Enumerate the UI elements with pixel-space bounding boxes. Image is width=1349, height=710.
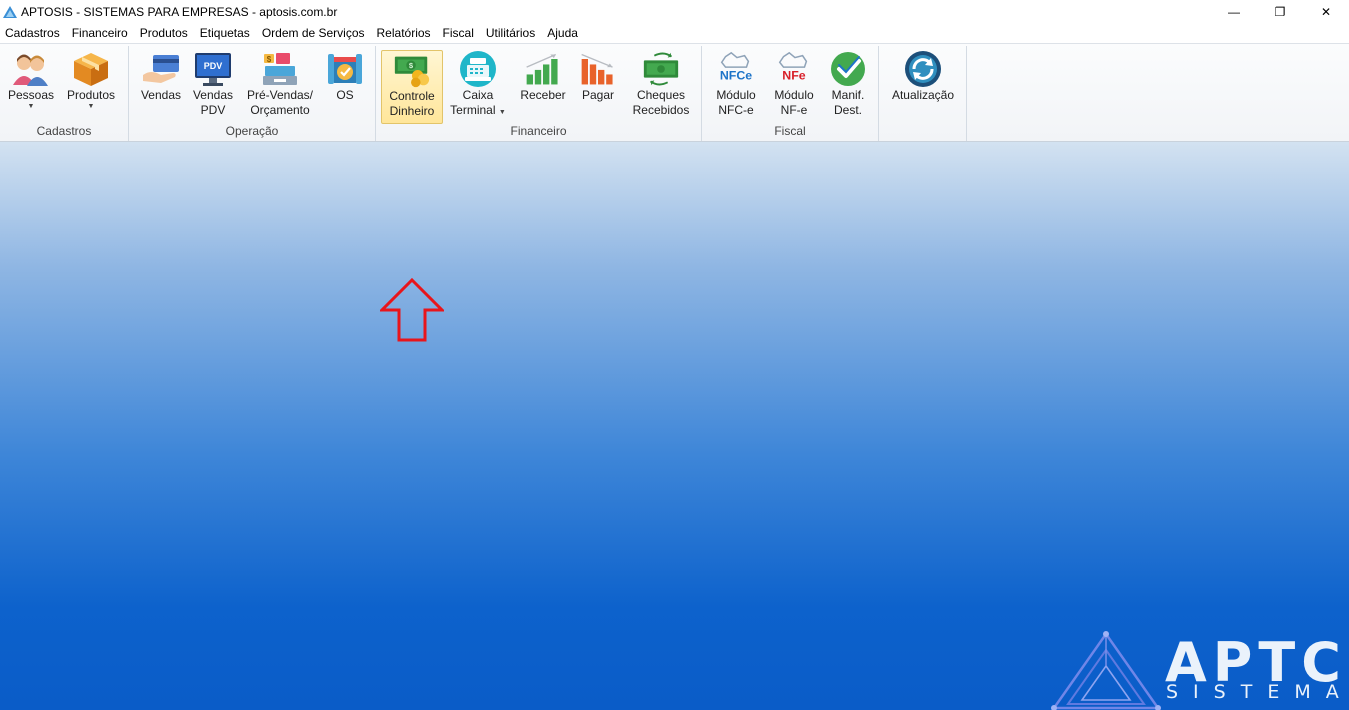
modulo-nfce-label-1: Módulo	[716, 88, 756, 102]
receber-label: Receber	[520, 88, 566, 102]
modulo-nfe-button[interactable]: NFe Módulo NF-e	[768, 50, 820, 124]
ribbon-toolbar: Pessoas ▼ Produtos ▼ Cadastros Vendas PD…	[0, 43, 1349, 142]
pdv-badge-text: PDV	[204, 61, 223, 71]
caixa-terminal-button[interactable]: Caixa Terminal ▼	[448, 50, 508, 124]
pre-vendas-label-2: Orçamento	[250, 103, 310, 117]
menu-utilitarios[interactable]: Utilitários	[481, 23, 542, 43]
ribbon-group-operacao: Vendas PDV Vendas PDV $ Pré-Vendas/ Orça…	[129, 46, 376, 141]
modulo-nfe-label-2: NF-e	[780, 103, 808, 117]
manif-dest-button[interactable]: Manif. Dest.	[824, 50, 872, 124]
service-order-icon	[328, 54, 362, 84]
window-title: APTOSIS - SISTEMAS PARA EMPRESAS - aptos…	[21, 4, 338, 19]
box-icon	[74, 53, 108, 86]
atualizacao-button[interactable]: Atualização	[889, 50, 957, 124]
caixa-terminal-label-1: Caixa	[462, 88, 494, 102]
vendas-button[interactable]: Vendas	[137, 50, 185, 124]
group-label-financeiro: Financeiro	[510, 124, 567, 138]
nfce-icon: NFCe	[720, 51, 752, 82]
caixa-terminal-label-2: Terminal ▼	[450, 103, 506, 118]
title-bar: APTOSIS - SISTEMAS PARA EMPRESAS - aptos…	[0, 0, 1349, 23]
nfe-badge-text: NFe	[782, 68, 805, 82]
menu-etiquetas[interactable]: Etiquetas	[195, 23, 257, 43]
cheques-recebidos-label-2: Recebidos	[632, 103, 690, 117]
check-badge-icon	[831, 52, 865, 86]
app-logo-icon	[3, 5, 17, 18]
cash-icon: $	[394, 56, 430, 88]
group-label-fiscal: Fiscal	[774, 124, 806, 138]
modulo-nfce-label-2: NFC-e	[718, 103, 754, 117]
manif-dest-label-2: Dest.	[833, 103, 862, 117]
pre-vendas-label-1: Pré-Vendas/	[246, 88, 314, 102]
menu-ajuda[interactable]: Ajuda	[542, 23, 585, 43]
red-up-arrow-icon	[380, 278, 444, 342]
pos-terminal-icon: $	[263, 53, 297, 85]
receber-button[interactable]: Receber	[516, 50, 570, 124]
pagar-button[interactable]: Pagar	[574, 50, 622, 124]
menu-ordem-de-servicos[interactable]: Ordem de Serviços	[257, 23, 372, 43]
cheques-recebidos-button[interactable]: Cheques Recebidos	[628, 50, 694, 124]
atualizacao-label: Atualização	[891, 88, 955, 102]
cheques-recebidos-label-1: Cheques	[636, 88, 686, 102]
group-label-cadastros: Cadastros	[36, 124, 92, 138]
monitor-pdv-icon: PDV	[195, 53, 231, 86]
ribbon-group-cadastros: Pessoas ▼ Produtos ▼ Cadastros	[0, 46, 129, 141]
people-icon	[13, 54, 48, 86]
vendas-pdv-label-2: PDV	[200, 103, 226, 117]
growth-chart-icon	[526, 53, 558, 85]
pagar-label: Pagar	[581, 88, 615, 102]
refresh-icon	[905, 51, 941, 87]
caixa-terminal-label-2-text: Terminal	[450, 103, 496, 117]
menu-bar: Cadastros Financeiro Produtos Etiquetas …	[0, 23, 1349, 43]
close-button[interactable]: ✕	[1303, 0, 1349, 23]
manif-dest-label-1: Manif.	[831, 88, 865, 102]
svg-text:$: $	[267, 55, 272, 64]
maximize-button[interactable]: ❐	[1257, 0, 1303, 23]
menu-financeiro[interactable]: Financeiro	[67, 23, 135, 43]
os-label: OS	[336, 88, 354, 102]
cheque-exchange-icon	[643, 52, 679, 86]
nfe-icon: NFe	[778, 51, 808, 82]
window-controls: — ❐ ✕	[1211, 0, 1349, 23]
os-button[interactable]: OS	[323, 50, 367, 124]
minimize-button[interactable]: —	[1211, 0, 1257, 23]
produtos-label: Produtos	[66, 88, 116, 102]
ribbon-group-fiscal: NFCe Módulo NFC-e NFe Módulo NF-e Manif.…	[702, 46, 879, 141]
caixa-dropdown-icon[interactable]: ▼	[499, 109, 506, 116]
controle-dinheiro-label-1: Controle	[389, 89, 435, 103]
group-label-operacao: Operação	[225, 124, 279, 138]
modulo-nfe-label-1: Módulo	[774, 88, 814, 102]
produtos-button[interactable]: Produtos ▼	[62, 50, 120, 124]
ribbon-group-financeiro: $ Controle Dinheiro Caixa Terminal ▼ Rec…	[376, 46, 702, 141]
menu-produtos[interactable]: Produtos	[135, 23, 195, 43]
main-workspace: APTC SISTEMA	[0, 142, 1349, 710]
pessoas-button[interactable]: Pessoas ▼	[6, 50, 56, 124]
card-payment-icon	[143, 55, 179, 83]
menu-relatorios[interactable]: Relatórios	[372, 23, 438, 43]
cash-register-icon	[460, 51, 496, 87]
decline-chart-icon	[581, 53, 613, 85]
pessoas-dropdown-icon[interactable]: ▼	[28, 103, 35, 111]
pre-vendas-button[interactable]: $ Pré-Vendas/ Orçamento	[242, 50, 318, 124]
brand-subtitle: SISTEMA	[1166, 681, 1349, 703]
menu-cadastros[interactable]: Cadastros	[0, 23, 67, 43]
modulo-nfce-button[interactable]: NFCe Módulo NFC-e	[710, 50, 762, 124]
produtos-dropdown-icon[interactable]: ▼	[88, 103, 95, 111]
vendas-pdv-label-1: Vendas	[192, 88, 234, 102]
nfce-badge-text: NFCe	[720, 68, 752, 82]
menu-fiscal[interactable]: Fiscal	[438, 23, 481, 43]
controle-dinheiro-button[interactable]: $ Controle Dinheiro	[381, 50, 443, 124]
controle-dinheiro-label-2: Dinheiro	[389, 104, 435, 118]
aptosis-logo-icon	[1051, 631, 1161, 710]
ribbon-group-atualizacao: Atualização	[879, 46, 967, 141]
vendas-label: Vendas	[140, 88, 182, 102]
pessoas-label: Pessoas	[7, 88, 55, 102]
vendas-pdv-button[interactable]: PDV Vendas PDV	[189, 50, 237, 124]
